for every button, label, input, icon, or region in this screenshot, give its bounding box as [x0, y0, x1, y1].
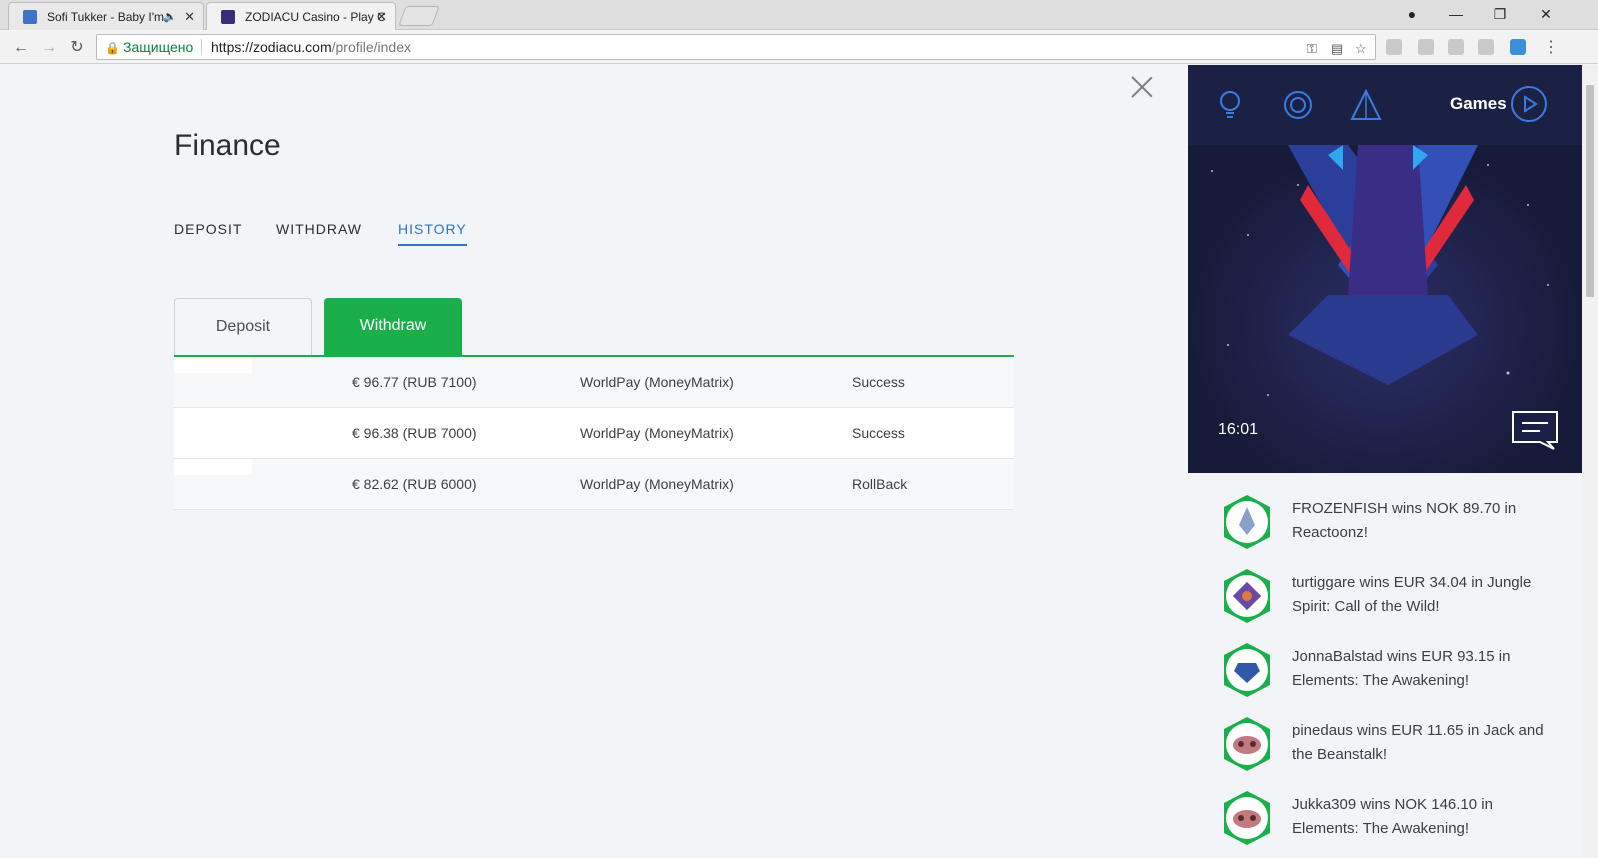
- triangle-icon[interactable]: [1348, 87, 1384, 123]
- game-badge-icon: [1224, 643, 1270, 697]
- new-tab-button[interactable]: [398, 6, 440, 26]
- browser-tab-zodiacu[interactable]: ZODIACU Casino - Play C ✕: [206, 2, 396, 30]
- redacted-date: [174, 357, 252, 373]
- extension-icon[interactable]: [1478, 39, 1494, 55]
- browser-toolbar: ← → ↻ 🔒 Защищено https://zodiacu.com/pro…: [0, 31, 1598, 64]
- feed-text: turtiggare wins EUR 34.04 in Jungle Spir…: [1292, 574, 1532, 615]
- extension-icon[interactable]: [1510, 39, 1526, 55]
- redacted-date: [174, 408, 252, 424]
- redacted-date: [174, 459, 252, 475]
- minimize-button[interactable]: —: [1434, 0, 1478, 28]
- game-time: 16:01: [1218, 421, 1259, 438]
- status-cell: Success: [852, 425, 905, 441]
- list-item[interactable]: JonnaBalstad wins EUR 93.15 in Elements:…: [1188, 637, 1582, 707]
- spiral-icon[interactable]: [1280, 87, 1316, 123]
- translate-icon[interactable]: ▤: [1331, 37, 1343, 61]
- games-label[interactable]: Games: [1450, 94, 1507, 114]
- chat-icon[interactable]: [1510, 409, 1560, 451]
- method-cell: WorldPay (MoneyMatrix): [580, 425, 734, 441]
- game-badge-icon: [1224, 495, 1270, 549]
- secure-label: Защищено: [123, 39, 194, 55]
- back-icon[interactable]: ←: [10, 37, 32, 59]
- subtab-withdraw[interactable]: Withdraw: [324, 298, 462, 356]
- game-preview[interactable]: Games 16:01: [1188, 65, 1582, 473]
- tab-withdraw[interactable]: WITHDRAW: [276, 221, 362, 237]
- amount-cell: € 96.38 (RUB 7000): [352, 425, 477, 441]
- reload-icon[interactable]: ↻: [66, 37, 88, 59]
- feed-text: pinedaus wins EUR 11.65 in Jack and the …: [1292, 722, 1544, 763]
- tab-deposit[interactable]: DEPOSIT: [174, 221, 242, 237]
- address-bar[interactable]: 🔒 Защищено https://zodiacu.com/profile/i…: [96, 34, 1376, 60]
- amount-cell: € 96.77 (RUB 7100): [352, 374, 477, 390]
- url-text: https://zodiacu.com/profile/index: [211, 39, 412, 55]
- play-icon[interactable]: [1510, 85, 1548, 123]
- profile-icon[interactable]: ●: [1390, 0, 1434, 28]
- extension-icon[interactable]: [1386, 39, 1402, 55]
- bulb-icon[interactable]: [1212, 87, 1248, 123]
- history-table: € 96.77 (RUB 7100) WorldPay (MoneyMatrix…: [174, 357, 1014, 510]
- close-tab-icon[interactable]: ✕: [376, 3, 387, 30]
- key-icon[interactable]: ⚿: [1307, 37, 1317, 61]
- restore-button[interactable]: ❐: [1478, 0, 1522, 28]
- bookmark-star-icon[interactable]: ☆: [1355, 37, 1367, 61]
- tab-title: ZODIACU Casino - Play C: [245, 10, 386, 24]
- speaker-icon[interactable]: 🔈: [163, 3, 177, 30]
- table-row: € 82.62 (RUB 6000) WorldPay (MoneyMatrix…: [174, 459, 1014, 510]
- page-content: Finance DEPOSIT WITHDRAW HISTORY Deposit…: [0, 65, 1598, 858]
- youtube-music-icon: [23, 10, 37, 24]
- scrollbar[interactable]: [1582, 65, 1598, 858]
- list-item[interactable]: Jukka309 wins NOK 146.10 in Elements: Th…: [1188, 785, 1582, 855]
- close-icon[interactable]: [1130, 75, 1154, 99]
- page-title: Finance: [174, 129, 281, 162]
- subtab-deposit[interactable]: Deposit: [174, 298, 312, 356]
- list-item[interactable]: FROZENFISH wins NOK 89.70 in Reactoonz!: [1188, 489, 1582, 559]
- menu-icon[interactable]: ⋮: [1540, 37, 1562, 59]
- lock-icon: 🔒: [105, 41, 120, 55]
- status-cell: Success: [852, 374, 905, 390]
- divider: [201, 39, 202, 55]
- browser-tab-music[interactable]: Sofi Tukker - Baby I'm 🔈 ✕: [8, 2, 204, 30]
- feed-text: FROZENFISH wins NOK 89.70 in Reactoonz!: [1292, 500, 1517, 541]
- close-window-button[interactable]: ✕: [1524, 0, 1568, 28]
- feed-text: Jukka309 wins NOK 146.10 in Elements: Th…: [1292, 796, 1493, 837]
- extension-icon[interactable]: [1418, 39, 1434, 55]
- tab-history[interactable]: HISTORY: [398, 221, 467, 246]
- game-badge-icon: [1224, 717, 1270, 771]
- method-cell: WorldPay (MoneyMatrix): [580, 374, 734, 390]
- side-panel: Games 16:01 FROZENFISH wins NOK 89.70 in…: [1188, 65, 1582, 858]
- game-badge-icon: [1224, 791, 1270, 845]
- tab-title: Sofi Tukker - Baby I'm: [47, 10, 164, 24]
- method-cell: WorldPay (MoneyMatrix): [580, 476, 734, 492]
- game-toolbar: Games: [1188, 65, 1582, 145]
- amount-cell: € 82.62 (RUB 6000): [352, 476, 477, 492]
- table-row: € 96.77 (RUB 7100) WorldPay (MoneyMatrix…: [174, 357, 1014, 408]
- list-item[interactable]: pinedaus wins EUR 11.65 in Jack and the …: [1188, 711, 1582, 781]
- close-tab-icon[interactable]: ✕: [184, 3, 195, 30]
- extension-icon[interactable]: [1448, 39, 1464, 55]
- game-badge-icon: [1224, 569, 1270, 623]
- browser-tab-bar: Sofi Tukker - Baby I'm 🔈 ✕ ZODIACU Casin…: [0, 0, 1598, 30]
- status-cell: RollBack: [852, 476, 908, 492]
- table-row: € 96.38 (RUB 7000) WorldPay (MoneyMatrix…: [174, 408, 1014, 459]
- list-item[interactable]: turtiggare wins EUR 34.04 in Jungle Spir…: [1188, 563, 1582, 633]
- zodiacu-favicon-icon: [221, 10, 235, 24]
- forward-icon[interactable]: →: [38, 37, 60, 59]
- scrollbar-thumb[interactable]: [1586, 85, 1594, 297]
- feed-text: JonnaBalstad wins EUR 93.15 in Elements:…: [1292, 648, 1511, 689]
